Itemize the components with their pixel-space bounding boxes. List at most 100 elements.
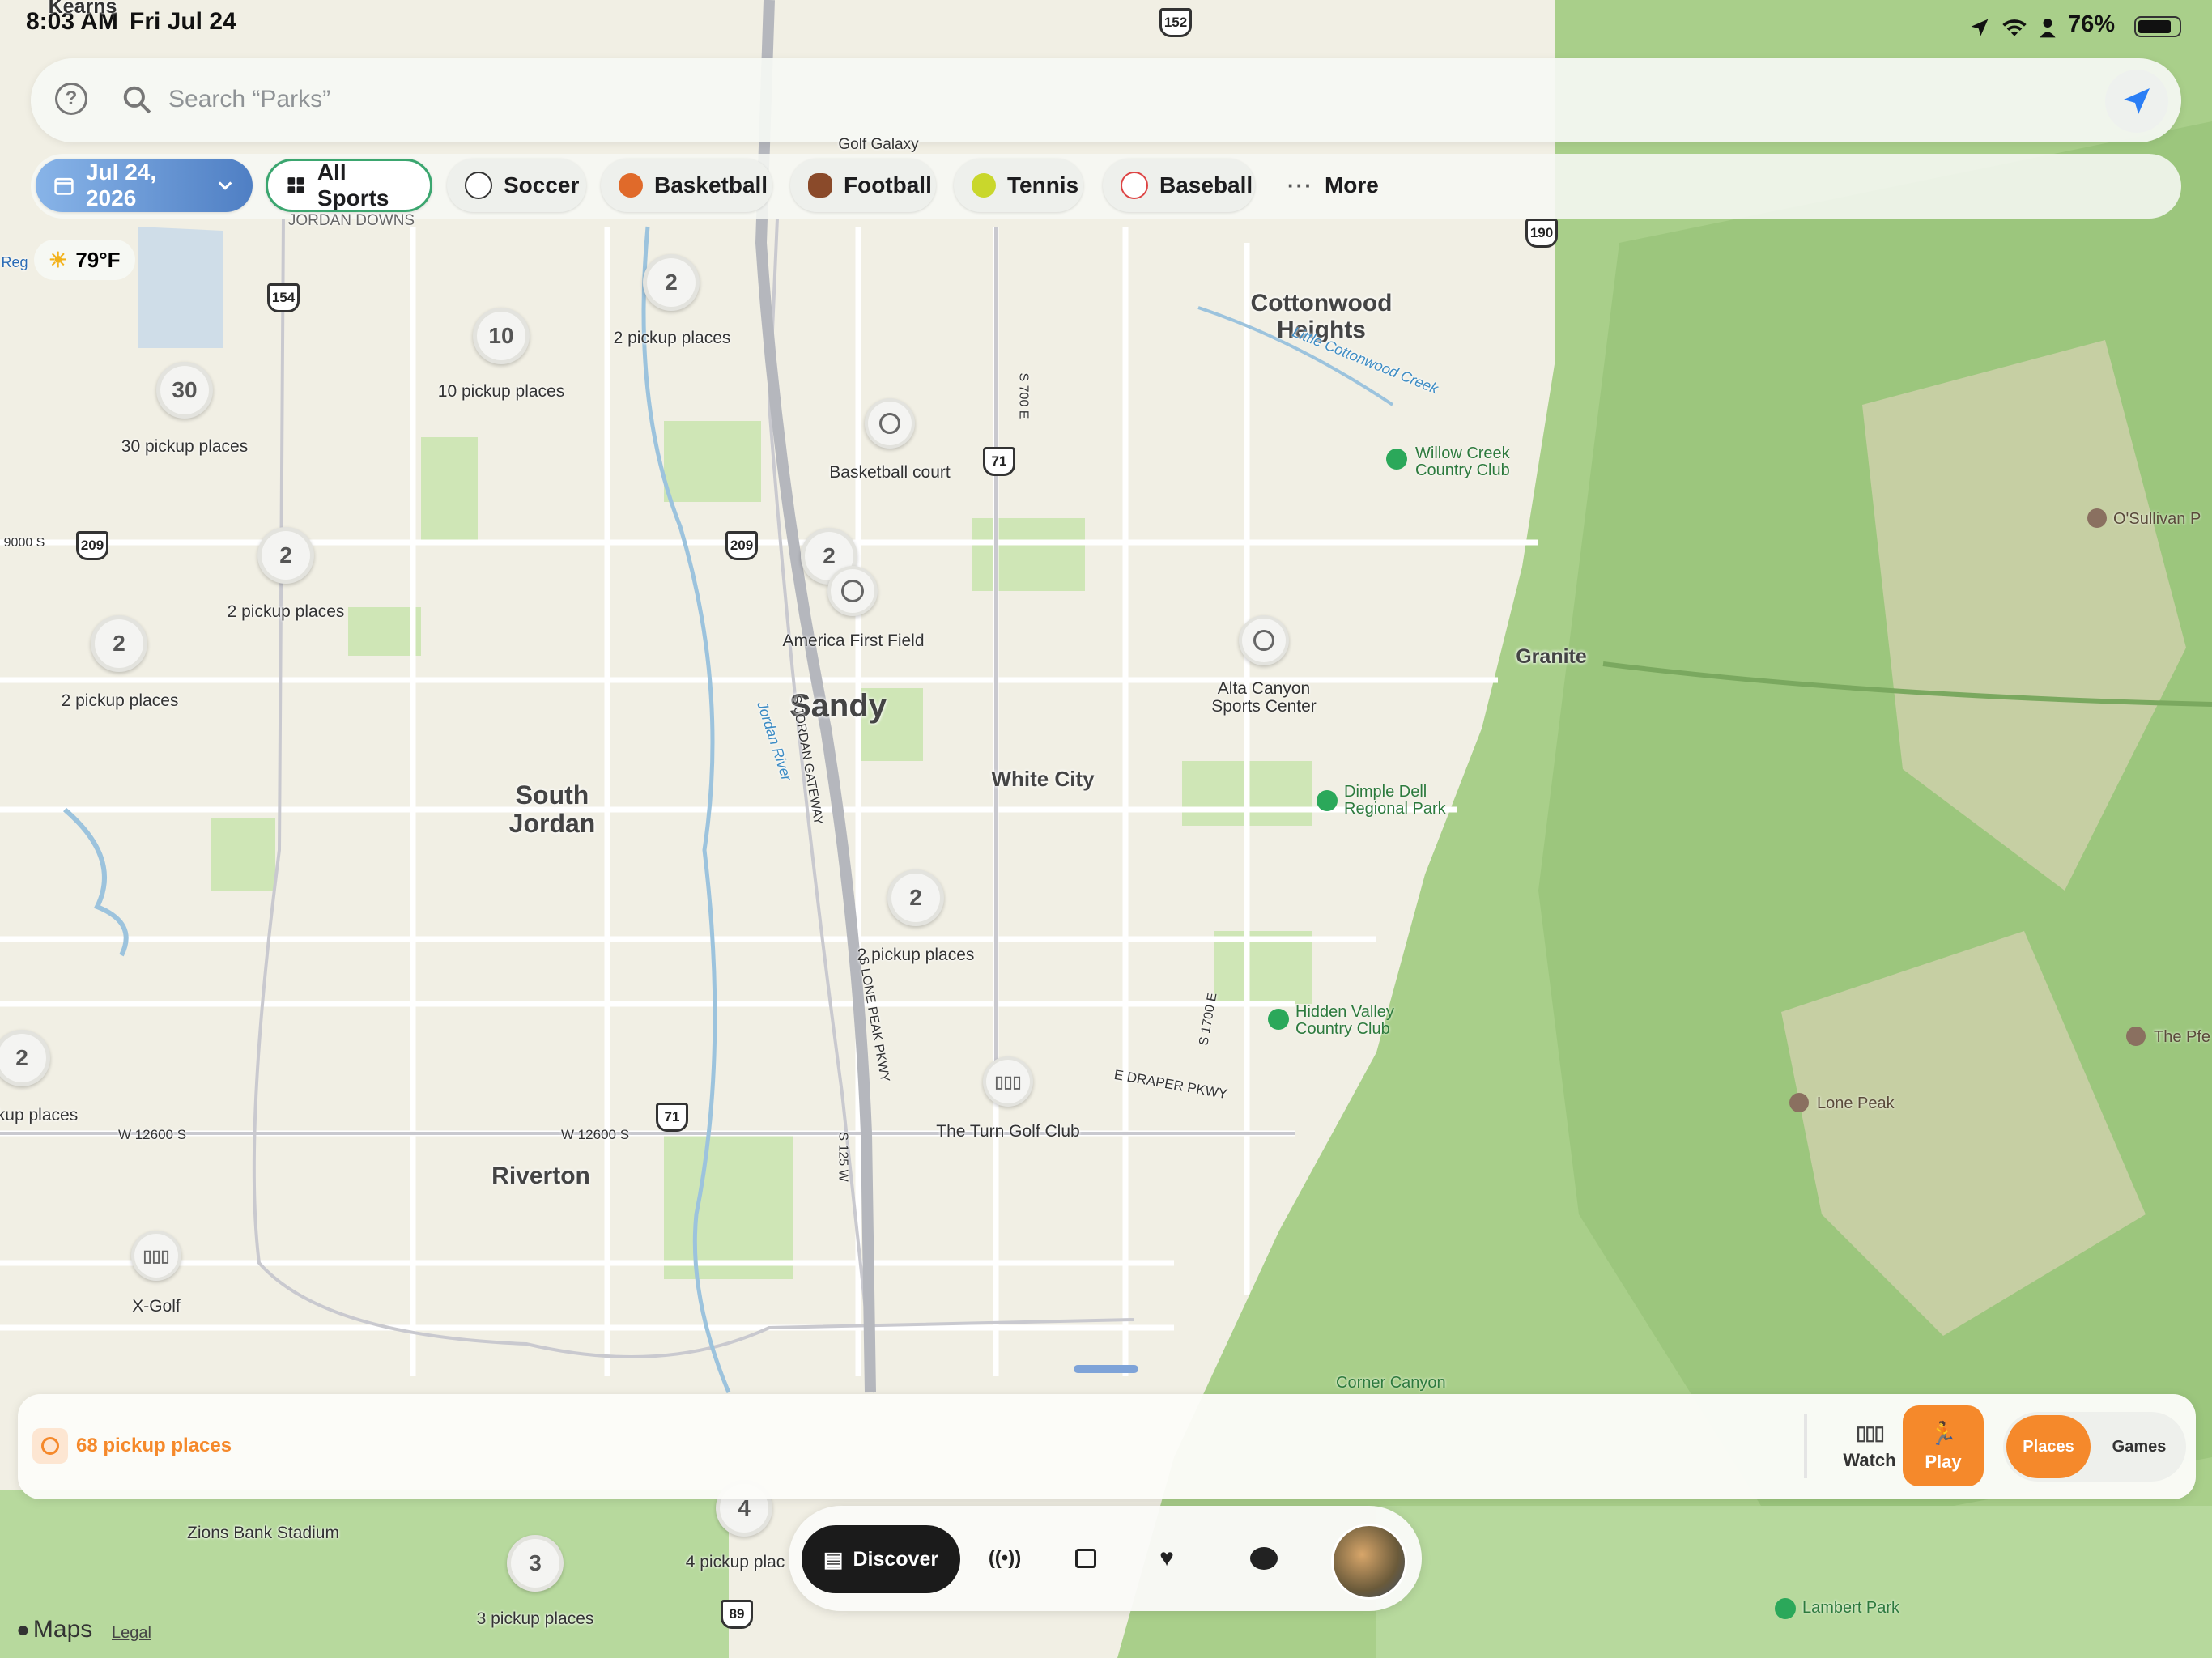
bottom-sheet: 68 pickup places ▯▯▯ Watch 🏃 Play Places… (18, 1394, 2196, 1499)
football-icon (808, 173, 832, 198)
soccer-ball-icon (465, 172, 492, 199)
place-riverton: Riverton (491, 1163, 590, 1189)
chat-bubble-icon (1250, 1547, 1278, 1570)
date-label: Jul 24, 2026 (85, 159, 157, 210)
play-label: Play (1925, 1451, 1962, 1472)
highway-shield: 71 (983, 447, 1015, 476)
map-cluster[interactable]: 2 (643, 254, 700, 311)
date-picker-button[interactable]: Jul 24, 2026 (36, 159, 253, 212)
wifi-icon (2002, 19, 2027, 36)
divider (1804, 1414, 1807, 1478)
basketball-icon (879, 413, 900, 434)
tab-discover[interactable]: ▤ Discover (802, 1525, 960, 1593)
map-cluster[interactable]: 2 (887, 869, 944, 926)
watch-button[interactable]: ▯▯▯ Watch (1825, 1405, 1914, 1486)
cluster-label: 2 pickup places (613, 329, 731, 347)
chip-label: More (1324, 172, 1379, 198)
partly-sunny-icon: ☀ (49, 247, 68, 272)
road-9000-s: 9000 S (3, 536, 45, 550)
mountain-icon (2126, 1027, 2146, 1046)
poi-alta-canyon[interactable] (1239, 615, 1289, 665)
poi-label: Alta Canyon Sports Center (1211, 679, 1317, 716)
tab-favorites[interactable]: ♥ (1137, 1528, 1197, 1588)
locate-me-button[interactable] (2105, 70, 2168, 133)
park-pin-icon (1268, 1009, 1289, 1030)
basketball-icon (1253, 630, 1274, 651)
map-cluster[interactable]: 30 (156, 362, 213, 419)
highway-shield: 154 (267, 283, 300, 312)
places-games-toggle[interactable]: Places Games (2003, 1412, 2186, 1482)
map-cluster[interactable]: 2 (257, 527, 314, 584)
tab-live[interactable]: ((•)) (975, 1528, 1035, 1588)
battery-icon (2134, 16, 2181, 37)
park-hidden-valley[interactable]: Hidden Valley Country Club (1295, 1004, 1394, 1038)
cluster-label: 30 pickup places (121, 437, 249, 456)
cluster-label: 2 pickup places (61, 691, 179, 710)
map-cluster[interactable]: 10 (473, 308, 530, 364)
tab-dock: ▤ Discover ((•)) ♥ (789, 1506, 1422, 1611)
golf-icon: ▯▯▯ (143, 1247, 170, 1265)
segment-games[interactable]: Games (2097, 1415, 2181, 1478)
poi-the-turn-golf-club[interactable]: ▯▯▯ (983, 1056, 1033, 1107)
highway-shield: 71 (656, 1103, 688, 1132)
road-s-125-w: S 125 W (836, 1132, 850, 1182)
highway-shield: 209 (76, 531, 108, 560)
place-golf-galaxy: Golf Galaxy (838, 136, 919, 153)
search-bar[interactable]: ? Search “Parks” (31, 58, 2181, 142)
cluster-label: 10 pickup places (437, 382, 565, 401)
place-jordan-downs: JORDAN DOWNS (287, 212, 415, 229)
place-white-city: White City (991, 767, 1095, 791)
tab-calendar[interactable] (1056, 1528, 1116, 1588)
chip-more[interactable]: ··· More (1270, 159, 1388, 212)
highway-shield: 190 (1525, 219, 1558, 248)
discover-label: Discover (853, 1547, 939, 1571)
legal-link[interactable]: Legal (112, 1624, 151, 1643)
chip-soccer[interactable]: Soccer (447, 159, 586, 212)
chip-baseball[interactable]: Baseball (1103, 159, 1255, 212)
person-icon (2040, 19, 2056, 38)
chip-tennis[interactable]: Tennis (954, 159, 1083, 212)
basketball-icon (619, 173, 643, 198)
location-arrow-icon (2124, 88, 2150, 114)
running-person-icon: 🏃 (1929, 1420, 1958, 1446)
place-zions-bank-stadium: Zions Bank Stadium (187, 1524, 339, 1542)
sheet-grabber[interactable] (1074, 1365, 1138, 1373)
play-button[interactable]: 🏃 Play (1903, 1405, 1984, 1486)
weather-badge: ☀ 79°F (34, 240, 135, 280)
road-s-700-e: S 700 E (1016, 372, 1031, 419)
calendar-icon (1075, 1549, 1096, 1568)
apple-logo-icon: ● (16, 1617, 30, 1642)
help-icon[interactable]: ? (55, 83, 87, 115)
search-input[interactable]: Search “Parks” (168, 86, 330, 113)
status-icons: 76% (1969, 11, 2115, 44)
poi-x-golf[interactable]: ▯▯▯ (131, 1231, 181, 1281)
pickup-places-count[interactable]: 68 pickup places (76, 1435, 232, 1457)
cluster-label: 3 pickup places (476, 1609, 594, 1628)
heart-icon: ♥ (1159, 1545, 1174, 1571)
park-dimple-dell[interactable]: Dimple Dell Regional Park (1344, 784, 1446, 818)
tennis-ball-icon (972, 173, 996, 198)
park-lambert[interactable]: Lambert Park (1802, 1600, 1899, 1617)
weather-temp: 79°F (75, 247, 121, 272)
chip-football[interactable]: Football (790, 159, 936, 212)
chip-basketball[interactable]: Basketball (601, 159, 772, 212)
cluster-label: kup places (0, 1106, 79, 1124)
chip-all-sports[interactable]: All Sports (266, 159, 432, 212)
park-willow-creek[interactable]: Willow Creek Country Club (1415, 445, 1510, 479)
road-w-12600-s: W 12600 S (117, 1127, 187, 1142)
tab-messages[interactable] (1234, 1528, 1294, 1588)
park-corner-canyon[interactable]: Corner Canyon (1336, 1375, 1446, 1392)
chip-label: Baseball (1159, 172, 1253, 198)
segment-places[interactable]: Places (2006, 1415, 2091, 1478)
poi-basketball-court[interactable] (865, 398, 915, 449)
chevron-down-icon (218, 181, 232, 190)
place-kearns: Kearns (48, 0, 117, 18)
chip-label: Basketball (654, 172, 768, 198)
map-cluster[interactable]: 3 (507, 1535, 564, 1592)
watch-label: Watch (1843, 1449, 1896, 1470)
grid-icon (287, 177, 304, 193)
poi-america-first-field[interactable] (827, 566, 878, 616)
avatar[interactable] (1331, 1524, 1407, 1600)
pin-person-icon (32, 1428, 68, 1464)
map-cluster[interactable]: 2 (91, 615, 147, 672)
